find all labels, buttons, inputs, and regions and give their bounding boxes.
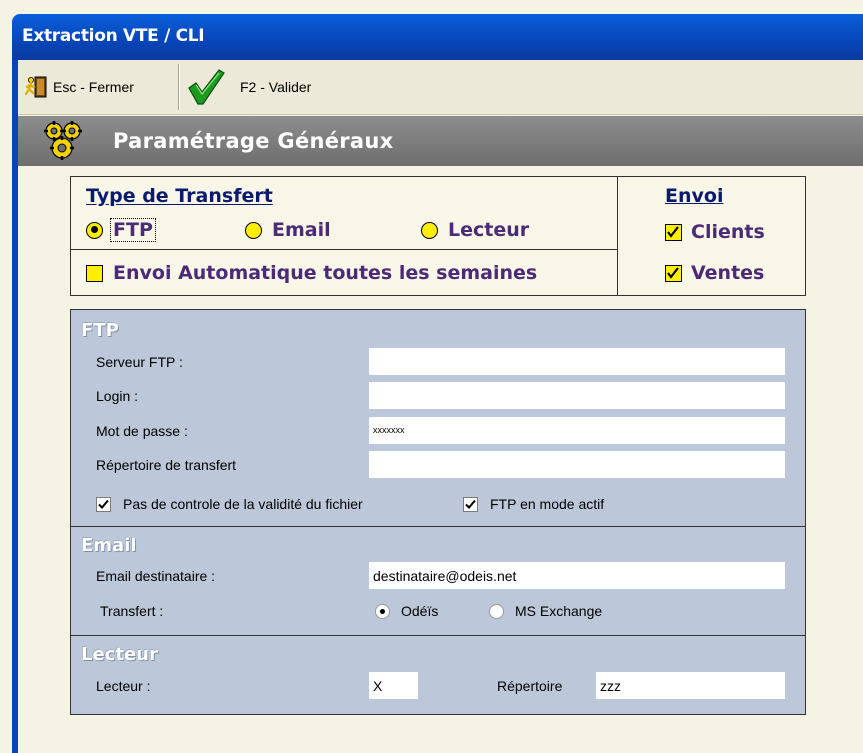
radio-lecteur-label: Lecteur (448, 219, 530, 241)
exit-door-icon (24, 75, 48, 99)
title-bar[interactable]: Extraction VTE / CLI (12, 14, 863, 60)
divider (70, 249, 618, 250)
auto-weekly-label: Envoi Automatique toutes les semaines (113, 262, 538, 284)
radio-odeis-indicator (375, 603, 390, 619)
ftp-server-label: Serveur FTP : (96, 354, 183, 370)
email-transfer-label: Transfert : (100, 603, 164, 619)
radio-ms-exchange[interactable]: MS Exchange (489, 603, 602, 619)
section-title: Paramétrage Généraux (113, 129, 394, 153)
no-validation-checkbox[interactable]: Pas de controle de la validité du fichie… (96, 496, 363, 512)
radio-odeis[interactable]: Odéïs (375, 603, 438, 619)
ftp-password-label: Mot de passe : (96, 423, 188, 439)
checkmark-icon (186, 68, 226, 106)
close-button[interactable]: Esc - Fermer (20, 66, 134, 108)
auto-weekly-checkbox-box (86, 264, 103, 282)
email-recipient-label: Email destinataire : (96, 568, 216, 584)
no-validation-checkbox-box (96, 496, 111, 512)
section-header: Paramétrage Généraux (18, 116, 863, 166)
validate-button[interactable]: F2 - Valider (186, 66, 311, 108)
lecteur-panel-title: Lecteur (81, 644, 158, 665)
active-mode-label: FTP en mode actif (490, 496, 605, 512)
active-mode-checkbox-box (463, 496, 478, 512)
clients-label: Clients (691, 221, 765, 243)
auto-weekly-checkbox[interactable]: Envoi Automatique toutes les semaines (86, 262, 537, 284)
ventes-checkbox-box (665, 264, 682, 282)
lecteur-drive-input[interactable] (369, 672, 418, 699)
app-window: Extraction VTE / CLI Esc - Fermer F2 - V… (0, 0, 863, 753)
window-title: Extraction VTE / CLI (22, 26, 205, 46)
toolbar: Esc - Fermer F2 - Valider (18, 60, 863, 115)
ftp-login-input[interactable] (369, 382, 785, 409)
radio-ms-exchange-indicator (489, 603, 504, 619)
radio-ms-exchange-label: MS Exchange (515, 603, 603, 619)
gears-icon (40, 120, 86, 167)
lecteur-dir-label: Répertoire (497, 678, 563, 694)
transfer-type-title: Type de Transfert (86, 185, 273, 207)
ftp-login-label: Login : (96, 388, 139, 404)
lecteur-dir-input[interactable] (596, 672, 785, 699)
toolbar-separator (178, 64, 180, 110)
email-recipient-input[interactable] (369, 562, 785, 589)
radio-lecteur[interactable]: Lecteur (421, 219, 529, 241)
clients-checkbox-box (665, 223, 682, 241)
radio-email-indicator (245, 221, 262, 239)
radio-email[interactable]: Email (245, 219, 331, 241)
ftp-dir-label: Répertoire de transfert (96, 457, 237, 473)
radio-ftp-indicator (86, 221, 103, 239)
envoi-title: Envoi (665, 185, 724, 207)
email-panel-title: Email (81, 535, 137, 556)
ftp-server-input[interactable] (369, 348, 785, 375)
radio-ftp-label: FTP (110, 218, 156, 242)
radio-odeis-label: Odéïs (401, 603, 439, 619)
close-button-label: Esc - Fermer (53, 79, 134, 95)
ventes-checkbox[interactable]: Ventes (665, 262, 764, 284)
no-validation-label: Pas de controle de la validité du fichie… (123, 496, 363, 512)
validate-button-label: F2 - Valider (240, 79, 312, 95)
lecteur-drive-label: Lecteur : (96, 678, 151, 694)
radio-lecteur-indicator (421, 221, 438, 239)
radio-ftp[interactable]: FTP (86, 218, 156, 242)
ftp-password-input[interactable] (369, 417, 785, 444)
active-mode-checkbox[interactable]: FTP en mode actif (463, 496, 604, 512)
ftp-dir-input[interactable] (369, 451, 785, 478)
ftp-panel-title: FTP (81, 320, 119, 341)
radio-email-label: Email (272, 219, 331, 241)
clients-checkbox[interactable]: Clients (665, 221, 765, 243)
ventes-label: Ventes (691, 262, 765, 284)
